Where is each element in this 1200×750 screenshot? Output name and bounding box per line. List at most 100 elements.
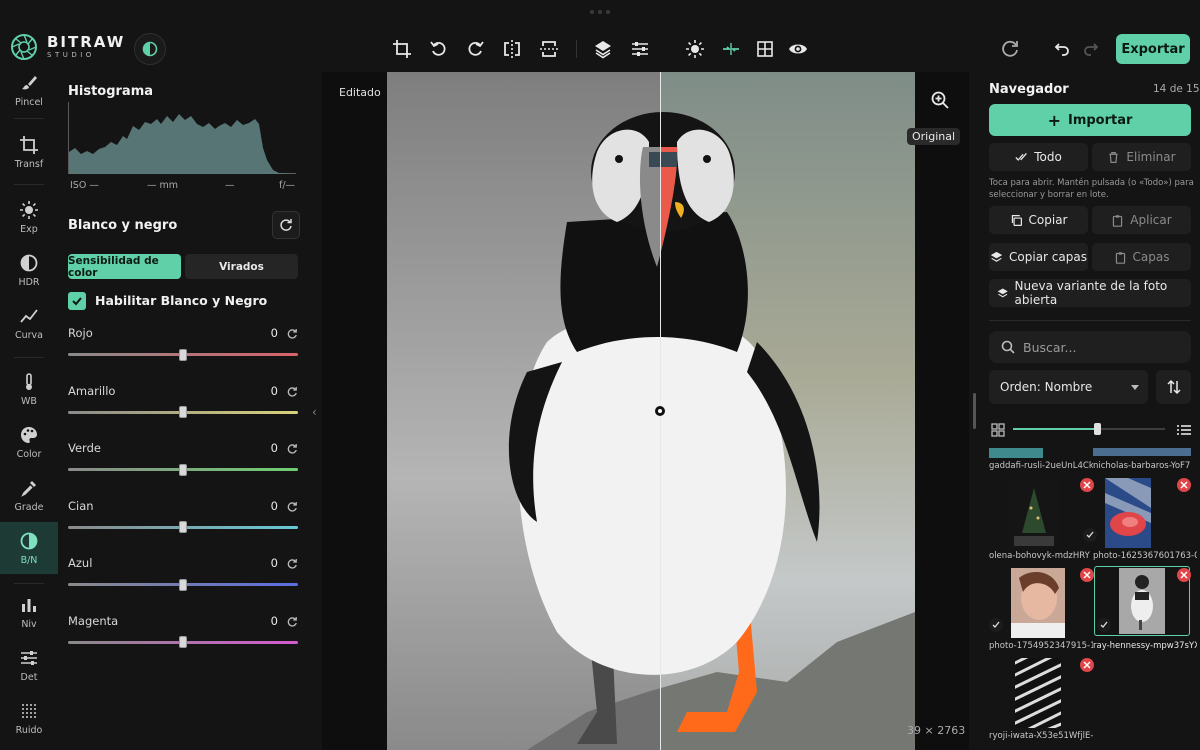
app-name: BITRAW bbox=[47, 33, 126, 51]
close-icon bbox=[1083, 661, 1091, 669]
tool-exposure[interactable]: Exp bbox=[0, 191, 58, 243]
slider-thumb[interactable] bbox=[1093, 423, 1101, 435]
window-grip[interactable] bbox=[590, 10, 610, 14]
remove-thumbnail-button[interactable] bbox=[1177, 478, 1191, 492]
grid-overlay-button[interactable] bbox=[754, 38, 776, 60]
brightness-button[interactable] bbox=[684, 38, 706, 60]
tool-label: Niv bbox=[21, 618, 37, 630]
slider-value: 0 bbox=[270, 441, 278, 455]
remove-thumbnail-button[interactable] bbox=[1080, 568, 1094, 582]
slider-label: Azul bbox=[68, 556, 93, 570]
theme-toggle-button[interactable] bbox=[134, 33, 166, 65]
photo-count: 14 de 15 bbox=[1153, 83, 1200, 95]
flip-horizontal-icon bbox=[504, 40, 520, 58]
remove-thumbnail-button[interactable] bbox=[1177, 568, 1191, 582]
search-input[interactable] bbox=[1023, 339, 1173, 355]
tool-hdr[interactable]: HDR bbox=[0, 244, 58, 296]
layers-icon bbox=[997, 287, 1008, 297]
navigator-title: Navegador bbox=[989, 82, 1069, 97]
zoom-in-icon[interactable] bbox=[930, 90, 950, 110]
slider-thumb[interactable] bbox=[179, 348, 187, 361]
plus-icon: + bbox=[1047, 110, 1061, 130]
tool-detail[interactable]: Det bbox=[0, 639, 58, 691]
crop-button[interactable] bbox=[391, 38, 413, 60]
slider-thumb[interactable] bbox=[179, 521, 187, 533]
original-label: Original bbox=[907, 128, 961, 145]
copy-label: Copiar bbox=[1028, 213, 1068, 227]
histogram bbox=[68, 102, 297, 174]
refresh-button[interactable] bbox=[999, 38, 1021, 60]
layers-button[interactable] bbox=[592, 38, 614, 60]
compare-handle[interactable] bbox=[655, 406, 665, 416]
photo-canvas[interactable] bbox=[387, 72, 915, 750]
copy-layers-button[interactable]: Copiar capas bbox=[989, 243, 1088, 271]
rail-separator bbox=[14, 583, 44, 584]
thumbnail-size-slider[interactable] bbox=[1013, 423, 1165, 435]
reset-icon[interactable] bbox=[286, 616, 298, 628]
reset-section-button[interactable] bbox=[272, 211, 300, 239]
reset-icon[interactable] bbox=[286, 443, 298, 455]
tool-white-balance[interactable]: WB bbox=[0, 363, 58, 415]
slider-thumb[interactable] bbox=[179, 578, 187, 591]
import-button[interactable]: + Importar bbox=[989, 104, 1191, 136]
adjust-button[interactable] bbox=[629, 38, 651, 60]
sort-dropdown[interactable]: Orden: Nombre bbox=[989, 370, 1148, 404]
tool-brush[interactable]: Pincel bbox=[0, 70, 58, 110]
slider-thumb[interactable] bbox=[179, 406, 187, 418]
rotate-right-button[interactable] bbox=[464, 38, 486, 60]
slider-thumb[interactable] bbox=[179, 463, 187, 476]
rotate-left-button[interactable] bbox=[428, 38, 450, 60]
apply-button[interactable]: Aplicar bbox=[1092, 206, 1191, 234]
copy-button[interactable]: Copiar bbox=[989, 206, 1088, 234]
sort-direction-button[interactable] bbox=[1156, 370, 1191, 404]
refresh-icon bbox=[1002, 40, 1018, 57]
tool-color[interactable]: Color bbox=[0, 416, 58, 468]
tab-color-sensitivity[interactable]: Sensibilidad de color bbox=[68, 254, 181, 279]
reset-icon[interactable] bbox=[286, 558, 298, 570]
puffin-photo bbox=[387, 72, 915, 750]
tool-transform[interactable]: Transf bbox=[0, 126, 58, 178]
remove-thumbnail-button[interactable] bbox=[1080, 478, 1094, 492]
paste-layers-button[interactable]: Capas bbox=[1092, 243, 1191, 271]
compare-button[interactable] bbox=[720, 38, 742, 60]
redo-button[interactable] bbox=[1081, 38, 1103, 60]
sort-arrows-icon bbox=[1166, 379, 1181, 395]
image-dimensions: 39 × 2763 bbox=[907, 724, 966, 737]
undo-button[interactable] bbox=[1050, 38, 1072, 60]
delete-label: Eliminar bbox=[1126, 150, 1176, 164]
panel-resize-handle[interactable] bbox=[973, 393, 976, 429]
grid-view-icon[interactable] bbox=[991, 423, 1005, 437]
tool-grade[interactable]: Grade bbox=[0, 469, 58, 521]
tool-bw[interactable]: B/N bbox=[0, 522, 58, 574]
image-viewer[interactable]: Editado Original 39 × 2763 bbox=[322, 72, 969, 750]
tool-curve[interactable]: Curva bbox=[0, 297, 58, 349]
export-button[interactable]: Exportar bbox=[1116, 34, 1190, 64]
close-icon bbox=[1180, 571, 1188, 579]
shutter-value: — bbox=[225, 180, 235, 191]
enable-bw-checkbox[interactable] bbox=[68, 292, 86, 310]
reset-icon[interactable] bbox=[286, 328, 298, 340]
remove-thumbnail-button[interactable] bbox=[1080, 658, 1094, 672]
tab-toning[interactable]: Virados bbox=[185, 254, 298, 279]
reset-icon[interactable] bbox=[286, 386, 298, 398]
thumbnail-name: nicholas-barbaros-YoF7 bbox=[1093, 461, 1191, 471]
focal-length-value: — mm bbox=[147, 180, 179, 191]
flip-horizontal-button[interactable] bbox=[501, 38, 523, 60]
delete-button[interactable]: Eliminar bbox=[1092, 143, 1191, 171]
preview-button[interactable] bbox=[787, 38, 809, 60]
flip-vertical-button[interactable] bbox=[538, 38, 560, 60]
list-view-icon[interactable] bbox=[1177, 423, 1191, 437]
app-window: BITRAW STUDIO Exportar Pincel Transf Exp… bbox=[0, 0, 1200, 750]
thumbnail-name: olena-bohovyk-mdzHRY bbox=[989, 551, 1090, 561]
search-box[interactable] bbox=[989, 331, 1191, 363]
tool-label: WB bbox=[21, 395, 37, 407]
collapse-panel-handle[interactable]: ‹ bbox=[312, 405, 317, 419]
tool-label: Pincel bbox=[15, 96, 43, 108]
tool-noise[interactable]: Ruido bbox=[0, 692, 58, 744]
select-all-button[interactable]: Todo bbox=[989, 143, 1088, 171]
reset-icon[interactable] bbox=[286, 501, 298, 513]
slider-thumb[interactable] bbox=[179, 636, 187, 648]
new-variant-button[interactable]: Nueva variante de la foto abierta bbox=[989, 279, 1191, 307]
tool-label: Grade bbox=[14, 501, 44, 513]
tool-levels[interactable]: Niv bbox=[0, 586, 58, 638]
